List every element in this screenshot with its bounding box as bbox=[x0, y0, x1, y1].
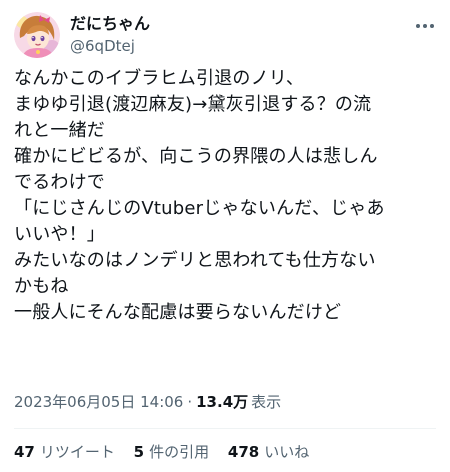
tweet-timestamp[interactable]: 2023年06月05日 14:06 bbox=[14, 393, 183, 411]
meta-separator: · bbox=[187, 393, 193, 411]
likes-count: 478 bbox=[227, 443, 260, 461]
more-options-icon bbox=[416, 24, 434, 28]
tweet-text-line: いいや！」 bbox=[14, 224, 105, 245]
tweet: だにちゃん @6qDtej なんかこのイブラヒム引退のノリ、 まゆゆ引退(渡辺麻… bbox=[0, 0, 450, 472]
likes-label: いいね bbox=[264, 443, 310, 461]
author-names: だにちゃん @6qDtej bbox=[70, 14, 390, 56]
quotes-stat[interactable]: 5 件の引用 bbox=[134, 442, 209, 462]
views-count[interactable]: 13.4万 bbox=[196, 393, 248, 411]
author-handle[interactable]: @6qDtej bbox=[70, 36, 390, 56]
tweet-text-line: まゆゆ引退(渡辺麻友)→黛灰引退する？の流 bbox=[14, 94, 372, 115]
avatar[interactable] bbox=[14, 12, 60, 58]
tweet-text-line: かもね bbox=[14, 276, 69, 297]
tweet-text-line: みたいなのはノンデリと思われても仕方ない bbox=[14, 250, 376, 271]
quotes-count: 5 bbox=[133, 443, 145, 461]
retweets-stat[interactable]: 47 リツイート bbox=[14, 442, 115, 462]
tweet-header: だにちゃん @6qDtej bbox=[14, 12, 436, 62]
likes-stat[interactable]: 478 いいね bbox=[228, 442, 309, 462]
quotes-label: 件の引用 bbox=[149, 443, 210, 461]
more-options-button[interactable] bbox=[414, 16, 436, 36]
tweet-text-line: 一般人にそんな配慮は要らないんだけど bbox=[14, 302, 342, 323]
tweet-text-line: なんかこのイブラヒム引退のノリ、 bbox=[14, 68, 305, 89]
tweet-stats: 47 リツイート 5 件の引用 478 いいね bbox=[14, 442, 323, 462]
author-display-name[interactable]: だにちゃん bbox=[70, 14, 390, 34]
retweets-label: リツイート bbox=[39, 443, 115, 461]
tweet-text-line: 確かにビビるが、向こうの界隈の人は悲しん bbox=[14, 146, 378, 167]
divider bbox=[14, 428, 436, 429]
tweet-text-line: 「にじさんじのVtuberじゃないんだ、じゃあ bbox=[14, 198, 385, 219]
views-label: 表示 bbox=[251, 393, 282, 411]
tweet-text-line: れと一緒だ bbox=[14, 120, 105, 141]
tweet-text-line: でるわけで bbox=[14, 172, 105, 193]
tweet-text: なんかこのイブラヒム引退のノリ、 まゆゆ引退(渡辺麻友)→黛灰引退する？の流 れ… bbox=[14, 66, 444, 326]
anime-character-avatar-icon bbox=[14, 12, 60, 58]
tweet-meta: 2023年06月05日 14:06 · 13.4万 表示 bbox=[14, 392, 281, 412]
retweets-count: 47 bbox=[14, 443, 35, 461]
